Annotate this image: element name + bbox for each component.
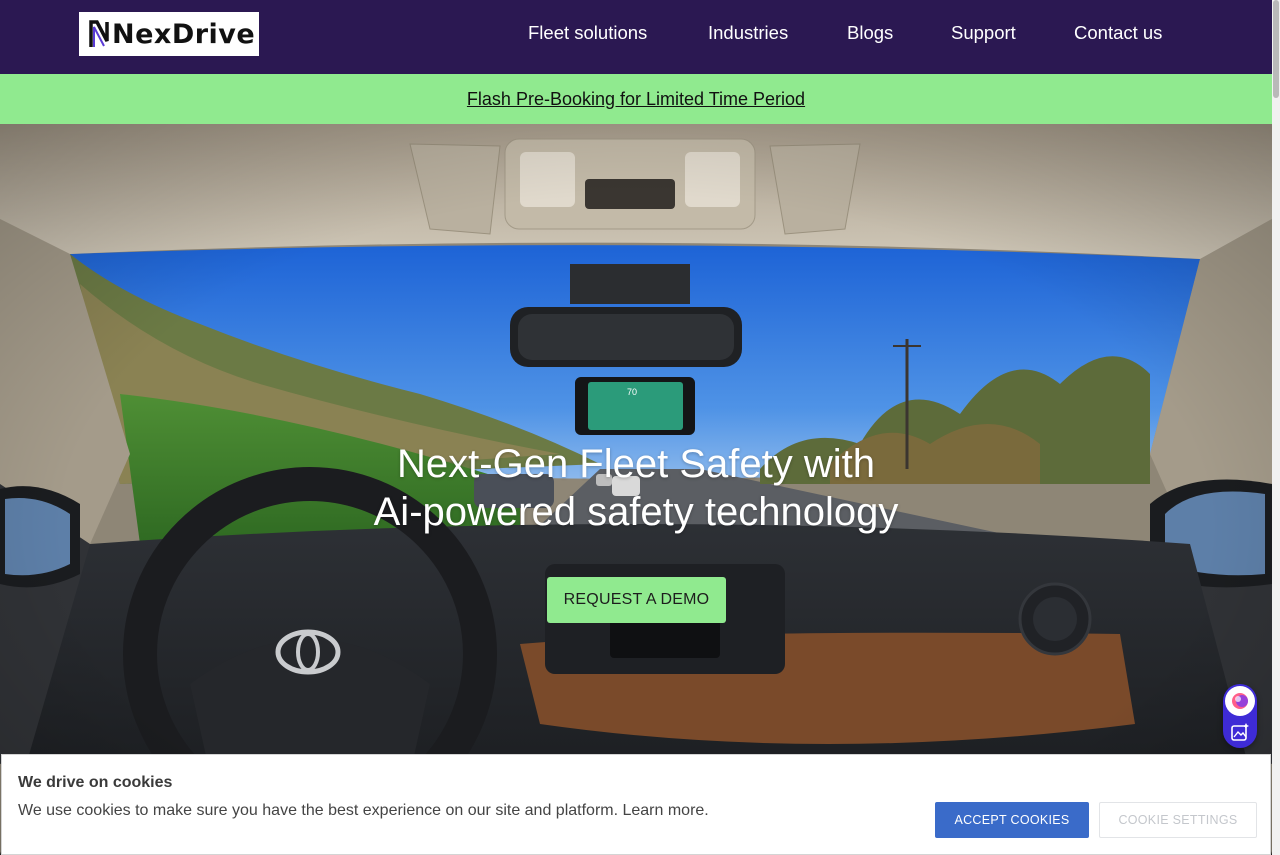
- site-header: NexDrive Fleet solutions Industries Blog…: [0, 0, 1272, 74]
- floating-assistant-widget[interactable]: [1223, 684, 1257, 748]
- promo-bar: Flash Pre-Booking for Limited Time Perio…: [0, 74, 1272, 124]
- scrollbar-thumb[interactable]: [1273, 0, 1279, 98]
- nav-item-blogs[interactable]: Blogs: [847, 22, 893, 44]
- nav-item-support[interactable]: Support: [951, 22, 1016, 44]
- page-scrollbar[interactable]: [1272, 0, 1280, 855]
- main-nav: Fleet solutions Industries Blogs Support…: [0, 0, 1272, 68]
- cookie-banner: We drive on cookies We use cookies to ma…: [1, 754, 1271, 855]
- hero-title: Next-Gen Fleet Safety with Ai-powered sa…: [0, 440, 1272, 536]
- hero-title-line-2: Ai-powered safety technology: [373, 490, 899, 534]
- accept-cookies-button[interactable]: ACCEPT COOKIES: [935, 802, 1089, 838]
- promo-link[interactable]: Flash Pre-Booking for Limited Time Perio…: [467, 89, 805, 110]
- request-demo-button[interactable]: REQUEST A DEMO: [547, 577, 726, 623]
- chat-orb-icon[interactable]: [1225, 686, 1255, 716]
- hero-section: 70 Next-Gen Fleet Safety with: [0, 124, 1272, 855]
- cookie-text: We use cookies to make sure you have the…: [18, 802, 709, 819]
- nav-item-industries[interactable]: Industries: [708, 22, 788, 44]
- nav-item-contact-us[interactable]: Contact us: [1074, 22, 1162, 44]
- image-sparkle-icon[interactable]: [1230, 722, 1250, 742]
- cookie-title: We drive on cookies: [18, 774, 173, 791]
- nav-item-fleet-solutions[interactable]: Fleet solutions: [528, 22, 647, 44]
- cookie-settings-button[interactable]: COOKIE SETTINGS: [1099, 802, 1257, 838]
- page: NexDrive Fleet solutions Industries Blog…: [0, 0, 1272, 855]
- hero-title-line-1: Next-Gen Fleet Safety with: [397, 442, 875, 486]
